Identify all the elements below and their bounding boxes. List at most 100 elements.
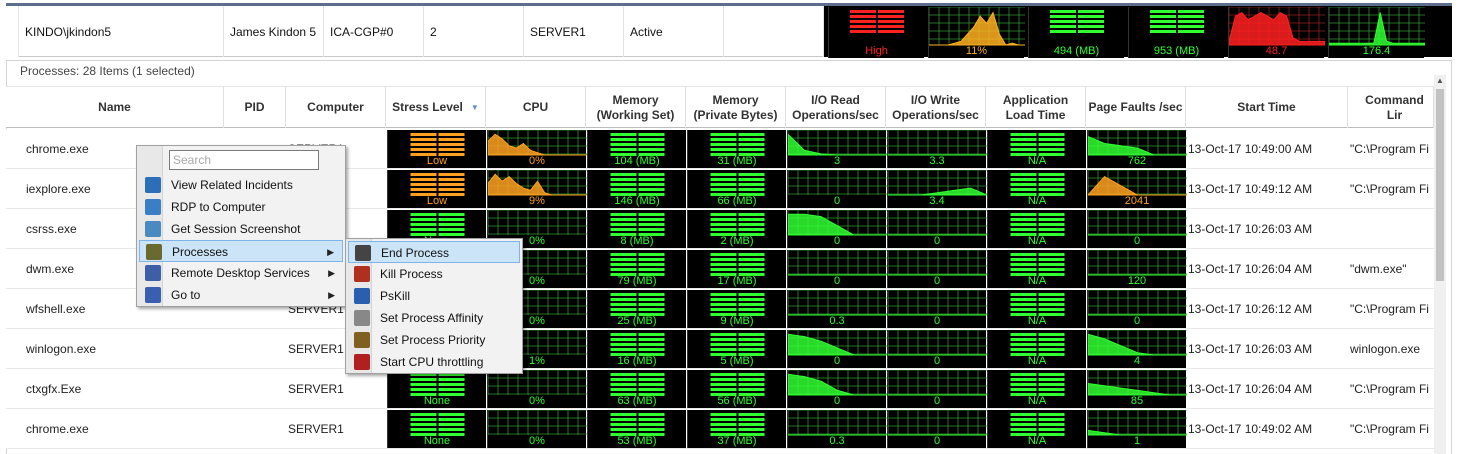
level-bar — [710, 343, 737, 346]
cell-ior: 0 — [787, 250, 887, 288]
level-bar — [1038, 133, 1065, 136]
level-bar — [1038, 338, 1065, 341]
cell-ws-value: 25 (MB) — [617, 315, 657, 327]
level-bar — [438, 213, 465, 216]
column-header-computer[interactable]: Computer — [286, 87, 386, 128]
level-bar — [438, 423, 465, 426]
column-header-name[interactable]: Name — [6, 87, 224, 128]
level-bar — [738, 373, 765, 376]
table-row[interactable]: ctxgfx.Exe SERVER1 None 0% 63 (MB) 56 (MB) 0 0 N… — [6, 369, 1434, 409]
submenu-item-start-cpu-throttling[interactable]: Start CPU throttling — [348, 351, 520, 373]
sort-desc-icon[interactable]: ▼ — [471, 100, 479, 115]
column-header-ws[interactable]: Memory (Working Set) — [586, 87, 686, 128]
submenu-item-set-process-priority[interactable]: Set Process Priority — [348, 329, 520, 351]
level-bar — [850, 20, 876, 23]
level-bar — [610, 418, 637, 421]
column-header-stress[interactable]: Stress Level ▼ — [386, 87, 486, 128]
column-header-iow[interactable]: I/O Write Operations/sec — [886, 87, 986, 128]
table-row[interactable]: chrome.exe SERVER1 None 0% 53 (MB) 37 (MB) 0.3… — [6, 409, 1434, 449]
level-bar — [1150, 30, 1176, 33]
cell-stress-value: Low — [426, 195, 448, 207]
level-bar — [1178, 10, 1204, 13]
level-bar — [410, 138, 437, 141]
level-bar — [1010, 413, 1037, 416]
table-row[interactable]: winlogon.exeSERVER1None1%16 (MB)5 (MB)00… — [6, 329, 1434, 369]
level-bar — [610, 298, 637, 301]
menu-item-rdp-to-computer[interactable]: RDP to Computer — [139, 196, 343, 218]
session-gauges: High 11% 494 (MB) 953 (MB) 48.7 176.4 — [824, 6, 1452, 58]
level-bar — [638, 388, 665, 391]
cell-ws: 63 (MB) — [587, 370, 686, 408]
level-bar — [1010, 173, 1037, 176]
column-header-start[interactable]: Start Time — [1186, 87, 1348, 128]
cell-cmd: "dwm.exe" — [1350, 262, 1407, 276]
submenu-arrow-icon: ▶ — [328, 268, 335, 278]
level-bar — [710, 373, 737, 376]
level-bar — [738, 183, 765, 186]
cell-ior: 0.3 — [787, 290, 887, 328]
session-client: ICA-CGP#0 — [324, 6, 424, 57]
column-header-ior[interactable]: I/O Read Operations/sec — [786, 87, 886, 128]
level-bar — [638, 213, 665, 216]
level-bar — [610, 333, 637, 336]
menu-item-get-session-screenshot[interactable]: Get Session Screenshot — [139, 218, 343, 240]
level-bar — [1010, 213, 1037, 216]
end-process-icon — [355, 245, 371, 261]
level-bar — [1010, 223, 1037, 226]
cell-alt: N/A — [987, 290, 1086, 328]
menu-search-input[interactable]: Search — [169, 150, 319, 170]
cell-pb-value: 2 (MB) — [720, 235, 754, 247]
level-bar — [410, 178, 437, 181]
level-bar — [1078, 10, 1104, 13]
level-bar — [638, 218, 665, 221]
cell-pf: 2041 — [1087, 170, 1187, 208]
menu-item-processes[interactable]: Processes ▶ — [139, 240, 343, 262]
cell-iow-value: 0 — [933, 235, 941, 247]
column-header-pb[interactable]: Memory (Private Bytes) — [686, 87, 786, 128]
menu-item-view-related-incidents[interactable]: View Related Incidents — [139, 174, 343, 196]
submenu-item-kill-process[interactable]: Kill Process — [348, 263, 520, 285]
level-bar — [710, 383, 737, 386]
level-bar — [438, 218, 465, 221]
level-bar — [1038, 378, 1065, 381]
session-row[interactable]: KINDO\jkindon5 James Kindon 5 ICA-CGP#0 … — [6, 3, 1452, 58]
level-bar — [738, 418, 765, 421]
level-bar — [850, 30, 876, 33]
level-bar — [1038, 388, 1065, 391]
scroll-up-icon[interactable]: ▲ — [1434, 75, 1446, 87]
level-bar — [638, 418, 665, 421]
cell-cmd: "C:\Program Fi — [1350, 382, 1429, 396]
level-bar — [438, 188, 465, 191]
scroll-thumb[interactable] — [1436, 89, 1444, 281]
column-header-cmd[interactable]: Command Lir — [1348, 87, 1434, 128]
submenu-item-pskill[interactable]: PsKill — [348, 285, 520, 307]
column-header-alt[interactable]: Application Load Time — [986, 87, 1086, 128]
cell-pb: 5 (MB) — [687, 330, 786, 368]
submenu-item-set-process-affinity[interactable]: Set Process Affinity — [348, 307, 520, 329]
level-bar — [1010, 178, 1037, 181]
level-bar — [738, 303, 765, 306]
column-header-pf[interactable]: Page Faults /sec — [1086, 87, 1186, 128]
session-gauge-5-value: 176.4 — [1362, 45, 1391, 57]
level-bar — [438, 388, 465, 391]
level-bar — [410, 418, 437, 421]
level-bar — [638, 133, 665, 136]
vertical-scrollbar[interactable]: ▲ — [1434, 75, 1446, 454]
menu-item-go-to[interactable]: Go to ▶ — [139, 284, 343, 306]
level-bar — [710, 418, 737, 421]
cell-iow: 0 — [887, 410, 987, 448]
level-bar — [1010, 428, 1037, 431]
column-header-cpu[interactable]: CPU — [486, 87, 586, 128]
column-header-pid[interactable]: PID — [224, 87, 286, 128]
menu-item-remote-desktop-services[interactable]: Remote Desktop Services ▶ — [139, 262, 343, 284]
level-bar — [438, 428, 465, 431]
submenu-item-end-process[interactable]: End Process — [348, 241, 520, 263]
level-bar — [410, 148, 437, 151]
level-bar — [638, 413, 665, 416]
cell-pf-value: 4 — [1133, 355, 1141, 367]
level-bar — [738, 298, 765, 301]
affinity-icon — [354, 310, 370, 326]
cell-cpu: 9% — [487, 170, 587, 208]
session-gauge-4: 48.7 — [1228, 7, 1325, 58]
cell-ws-value: 16 (MB) — [617, 355, 657, 367]
